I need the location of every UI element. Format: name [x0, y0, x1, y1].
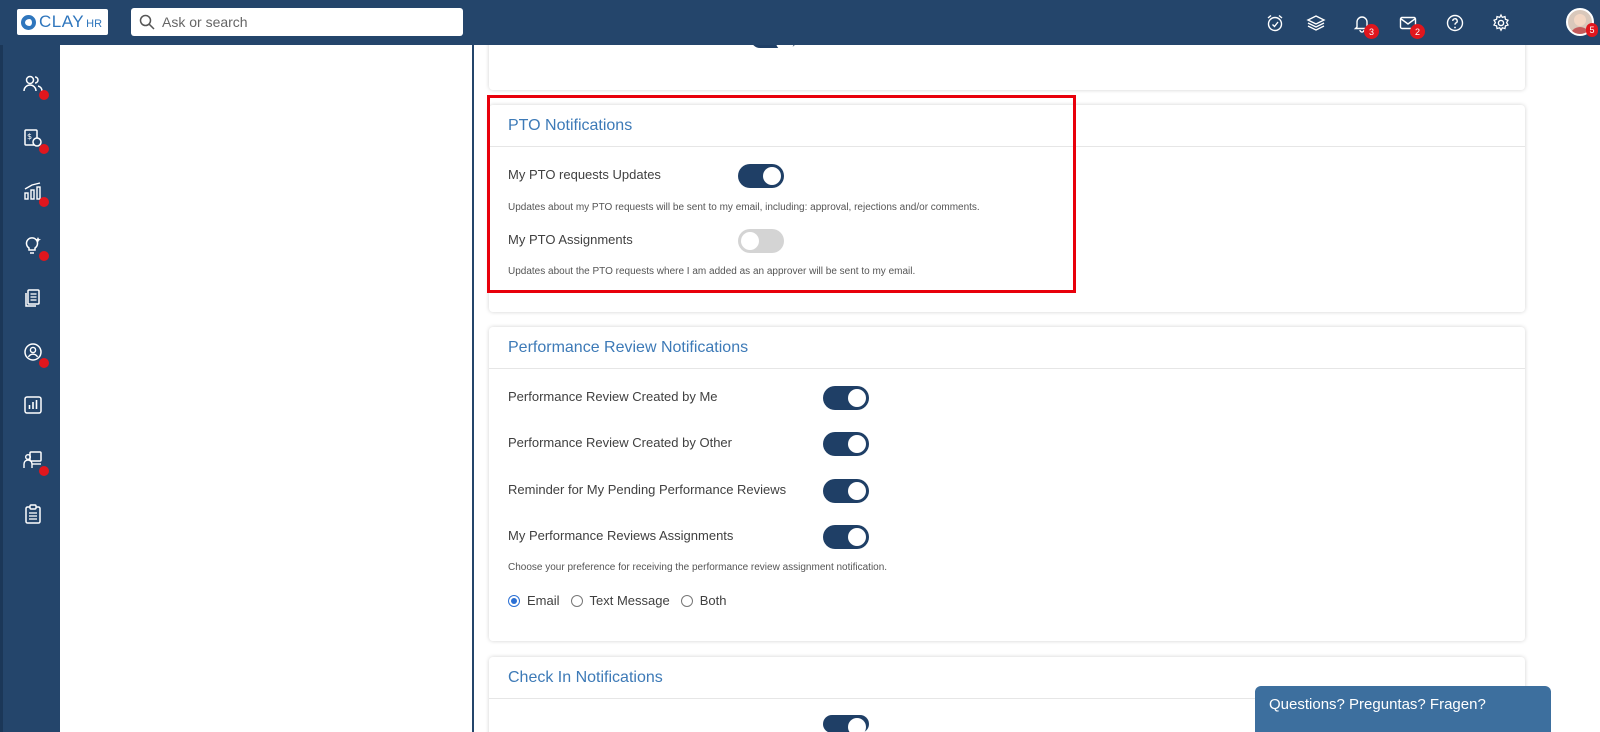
performance-review-notifications-card: Performance Review Notifications Perform…: [489, 327, 1525, 641]
settings-content[interactable]: PTO Notifications My PTO requests Update…: [475, 45, 1600, 732]
lightbulb-icon[interactable]: [20, 232, 49, 261]
notification-method-radio-group: Email Text Message Both: [508, 593, 737, 608]
layers-icon[interactable]: [1304, 11, 1328, 35]
messages-badge: 2: [1410, 24, 1425, 39]
payroll-icon[interactable]: $: [20, 125, 49, 154]
nav-alert-dot: [39, 251, 49, 261]
pto-highlight-box: [487, 95, 1076, 293]
checklist-icon[interactable]: [20, 501, 46, 527]
side-navigation: $: [0, 45, 60, 732]
search-icon: [139, 14, 155, 30]
profile-icon[interactable]: [20, 339, 49, 368]
top-bar: CLAY HR 3 2 5: [0, 0, 1600, 45]
both-radio-label[interactable]: Both: [700, 593, 727, 608]
perf-created-by-me-toggle[interactable]: [823, 386, 869, 410]
avatar-badge: 5: [1586, 23, 1598, 37]
perf-preference-description: Choose your preference for receiving the…: [508, 562, 888, 573]
help-chat-widget[interactable]: Questions? Preguntas? Fragen?: [1255, 686, 1551, 732]
nav-alert-dot: [39, 90, 49, 100]
gear-icon[interactable]: [1489, 11, 1513, 35]
reports-icon[interactable]: [20, 392, 46, 418]
perf-created-by-other-toggle[interactable]: [823, 432, 869, 456]
nav-alert-dot: [39, 358, 49, 368]
perf-pending-reminder-toggle[interactable]: [823, 479, 869, 503]
notifications-badge: 3: [1364, 24, 1379, 39]
clayhr-logo[interactable]: CLAY HR: [17, 9, 108, 35]
search-box[interactable]: [131, 8, 463, 36]
email-radio-label[interactable]: Email: [527, 593, 560, 608]
perf-pending-reminder-label: Reminder for My Pending Performance Revi…: [508, 482, 787, 497]
nav-alert-dot: [39, 466, 49, 476]
performance-section-title: Performance Review Notifications: [489, 327, 1525, 369]
nav-alert-dot: [39, 197, 49, 207]
logo-sub-text: HR: [86, 17, 103, 30]
search-input[interactable]: [162, 14, 452, 30]
nav-alert-dot: [39, 144, 49, 154]
growth-chart-icon[interactable]: [20, 178, 49, 207]
perf-created-by-me-label: Performance Review Created by Me: [508, 389, 718, 404]
both-radio[interactable]: [680, 594, 693, 607]
checkin-first-toggle[interactable]: [823, 715, 869, 732]
previous-settings-card: [489, 45, 1525, 90]
help-icon[interactable]: [1443, 11, 1467, 35]
perf-created-by-other-label: Performance Review Created by Other: [508, 435, 732, 450]
people-icon[interactable]: [20, 71, 49, 100]
perf-assignments-toggle[interactable]: [823, 525, 869, 549]
text-message-radio-label[interactable]: Text Message: [590, 593, 670, 608]
svg-text:$: $: [27, 132, 32, 141]
bell-icon[interactable]: 3: [1350, 11, 1379, 39]
left-panel: [60, 45, 474, 732]
documents-icon[interactable]: [20, 285, 46, 311]
training-icon[interactable]: [20, 447, 49, 476]
mail-icon[interactable]: 2: [1396, 11, 1425, 39]
logo-text: CLAY: [39, 12, 85, 31]
email-radio[interactable]: [508, 594, 520, 607]
alarm-icon[interactable]: [1263, 11, 1287, 35]
previous-setting-toggle[interactable]: [751, 45, 797, 51]
logo-mark-icon: [21, 14, 36, 30]
text-message-radio[interactable]: [570, 594, 583, 607]
perf-assignments-label: My Performance Reviews Assignments: [508, 528, 734, 543]
